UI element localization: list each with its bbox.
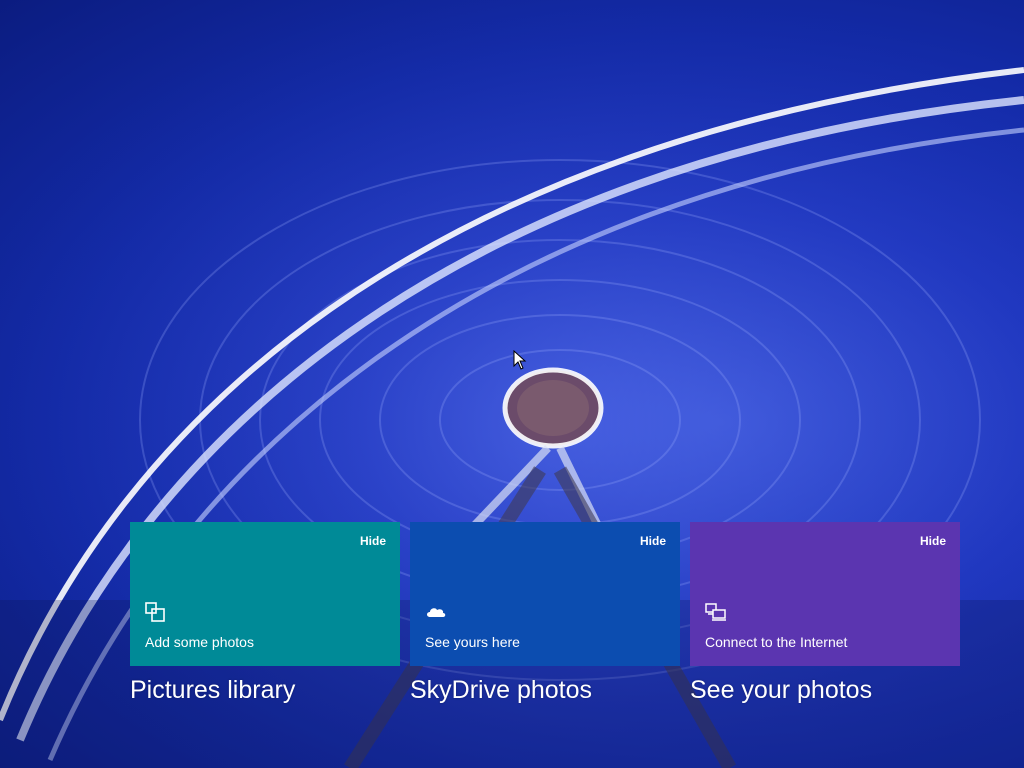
tile-text: Connect to the Internet (705, 634, 848, 650)
devices-icon (705, 603, 726, 621)
photos-app-background: Hide Add some photos Hide See yours here… (0, 0, 1024, 768)
hide-button[interactable]: Hide (360, 534, 386, 548)
tile-see-your-photos[interactable]: Hide Connect to the Internet (690, 522, 960, 666)
tile-skydrive-photos[interactable]: Hide See yours here (410, 522, 680, 666)
hide-button[interactable]: Hide (920, 534, 946, 548)
cloud-icon (427, 608, 446, 617)
mouse-pointer-icon (513, 350, 527, 370)
tile-pictures-library[interactable]: Hide Add some photos (130, 522, 400, 666)
photos-import-icon (145, 602, 165, 622)
caption-skydrive-photos[interactable]: SkyDrive photos (410, 676, 592, 705)
tile-text: See yours here (425, 634, 520, 650)
tile-text: Add some photos (145, 634, 254, 650)
caption-see-your-photos[interactable]: See your photos (690, 676, 872, 705)
hide-button[interactable]: Hide (640, 534, 666, 548)
caption-pictures-library[interactable]: Pictures library (130, 676, 295, 705)
